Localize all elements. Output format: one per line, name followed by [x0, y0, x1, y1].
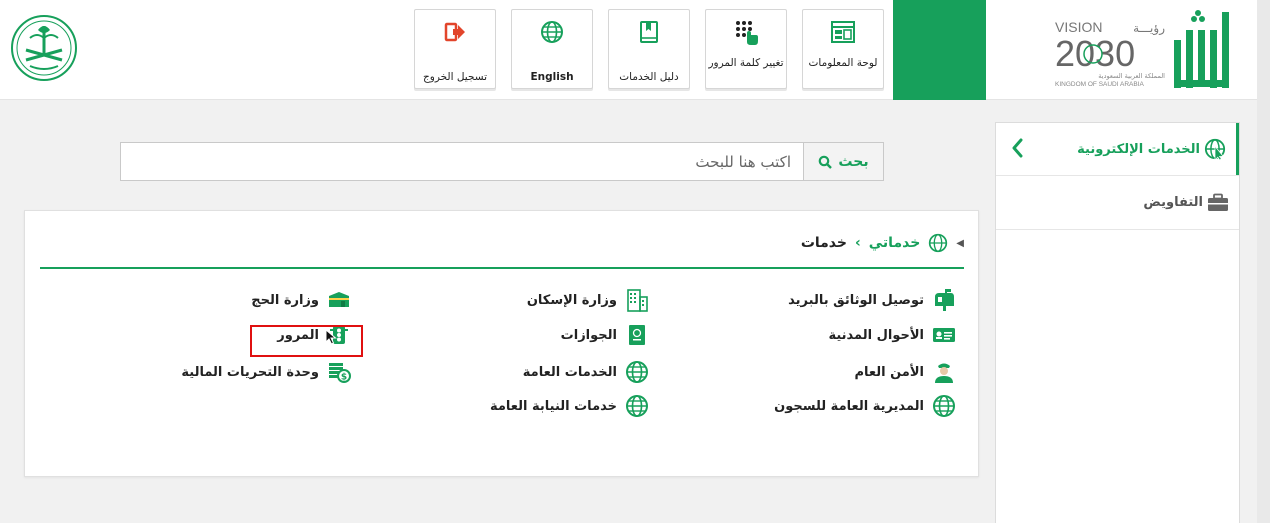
svg-text:رؤيـــة: رؤيـــة — [1133, 21, 1165, 36]
services-panel: ◀ خدماتي › خدمات توصيل الوثائق بالبريد ا… — [24, 210, 979, 477]
globe-icon — [626, 395, 648, 417]
vision-2030-logo: VISION رؤيـــة 2030 المملكة العربية السع… — [1055, 19, 1165, 88]
sidebar-item-delegations[interactable]: التفاويض — [996, 175, 1239, 230]
sign-out-icon — [444, 22, 465, 42]
passport-icon — [629, 325, 645, 345]
id-card-icon — [933, 328, 955, 342]
svg-text:KINGDOM OF SAUDI ARABIA: KINGDOM OF SAUDI ARABIA — [1055, 81, 1145, 88]
mouse-cursor-icon — [325, 329, 337, 345]
breadcrumb-separator: › — [854, 235, 861, 251]
globe-icon — [626, 361, 648, 383]
top-header: تسجيل الخروج English دليل الخدمات تغيير … — [0, 0, 1257, 100]
service-link-traffic[interactable]: المرور — [277, 323, 351, 347]
search-icon — [819, 155, 833, 169]
globe-icon — [929, 233, 948, 253]
absher-logo — [1174, 10, 1229, 88]
services-guide-label: دليل الخدمات — [619, 71, 679, 83]
breadcrumb-current: خدمات — [800, 235, 847, 251]
sidebar-item-label: الخدمات الإلكترونية — [1077, 141, 1200, 157]
svg-text:$: $ — [341, 373, 347, 383]
english-language-button[interactable]: English — [511, 9, 593, 89]
kaaba-icon — [329, 292, 349, 307]
page-scrollbar[interactable] — [1257, 0, 1270, 523]
service-label: وزارة الحج — [251, 292, 319, 308]
breadcrumb: ◀ خدماتي › خدمات — [801, 233, 964, 253]
service-label: المرور — [277, 327, 319, 343]
search-button-label: بحث — [838, 153, 869, 170]
mailbox-icon — [935, 289, 954, 311]
caret-left-icon[interactable]: ◀ — [956, 238, 964, 249]
service-label: توصيل الوثائق بالبريد — [788, 292, 924, 308]
right-sidebar: الخدمات الإلكترونية التفاويض — [995, 122, 1240, 523]
service-link-passports[interactable]: الجوازات — [561, 323, 649, 347]
service-link-prisons-directorate[interactable]: المديرية العامة للسجون — [774, 394, 956, 418]
breadcrumb-home-link[interactable]: خدماتي — [869, 235, 921, 251]
keypad-icon — [736, 21, 758, 45]
service-label: الخدمات العامة — [522, 364, 617, 380]
service-label: خدمات النيابة العامة — [489, 398, 617, 414]
search-bar: بحث — [120, 142, 884, 181]
service-label: الجوازات — [560, 327, 617, 343]
officer-icon — [935, 363, 953, 383]
service-label: الأحوال المدنية — [828, 327, 924, 343]
globe-icon — [933, 395, 955, 417]
service-label: الأمن العام — [854, 364, 925, 380]
service-link-postal-delivery[interactable]: توصيل الوثائق بالبريد — [788, 288, 956, 312]
logout-label: تسجيل الخروج — [422, 71, 488, 83]
header-green-block — [893, 0, 986, 100]
money-icon: $ — [329, 363, 351, 383]
globe-icon — [1204, 138, 1226, 160]
briefcase-icon — [1208, 193, 1228, 211]
english-label: English — [530, 71, 574, 83]
dashboard-icon — [831, 21, 855, 43]
globe-icon — [541, 21, 563, 43]
sidebar-item-label: التفاويض — [1143, 195, 1203, 210]
book-icon — [640, 21, 658, 43]
service-label: المديرية العامة للسجون — [774, 398, 924, 414]
service-label: وحدة التحريات المالية — [181, 364, 319, 380]
service-link-civil-affairs[interactable]: الأحوال المدنية — [828, 323, 956, 347]
chevron-left-icon[interactable] — [1010, 137, 1024, 159]
services-guide-button[interactable]: دليل الخدمات — [608, 9, 690, 89]
service-link-public-prosecution[interactable]: خدمات النيابة العامة — [490, 394, 649, 418]
service-link-financial-investigation[interactable]: $ وحدة التحريات المالية — [181, 360, 351, 384]
sidebar-item-e-services[interactable]: الخدمات الإلكترونية — [996, 123, 1239, 175]
svg-text:2030: 2030 — [1055, 33, 1135, 74]
breadcrumb-divider — [40, 267, 964, 269]
saudi-emblem-logo — [11, 15, 77, 81]
search-input[interactable] — [121, 143, 803, 180]
change-password-button[interactable]: تغيير كلمة المرور — [705, 9, 787, 89]
logout-button[interactable]: تسجيل الخروج — [414, 9, 496, 89]
dashboard-button[interactable]: لوحة المعلومات — [802, 9, 884, 89]
svg-text:المملكة العربية السعودية: المملكة العربية السعودية — [1098, 72, 1165, 80]
search-button[interactable]: بحث — [803, 143, 883, 180]
service-link-public-security[interactable]: الأمن العام — [855, 360, 957, 384]
service-link-general-services[interactable]: الخدمات العامة — [523, 360, 649, 384]
service-link-housing-ministry[interactable]: وزارة الإسكان — [527, 288, 649, 312]
dashboard-label: لوحة المعلومات — [808, 57, 878, 69]
service-link-hajj-ministry[interactable]: وزارة الحج — [251, 288, 351, 312]
change-password-label: تغيير كلمة المرور — [708, 57, 784, 69]
service-label: وزارة الإسكان — [526, 292, 617, 308]
building-icon — [627, 289, 648, 312]
